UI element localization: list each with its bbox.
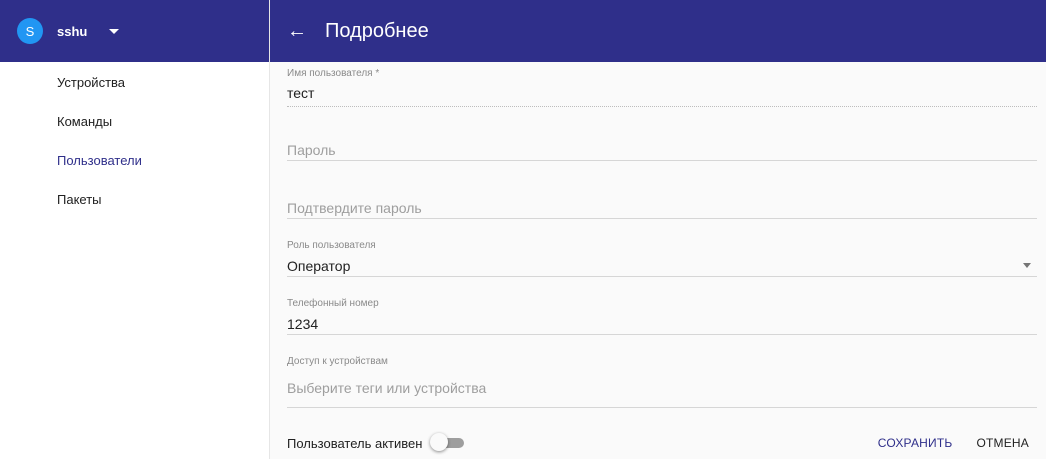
password-underline xyxy=(287,160,1037,161)
sidebar-item-devices[interactable]: Устройства xyxy=(0,63,269,102)
phone-input[interactable]: 1234 xyxy=(287,316,318,332)
sidebar-item-packages[interactable]: Пакеты xyxy=(0,180,269,219)
sidebar-nav: Устройства Команды Пользователи Пакеты xyxy=(0,63,269,219)
device-access-underline xyxy=(287,407,1037,408)
page-title: Подробнее xyxy=(325,19,429,42)
role-value[interactable]: Оператор xyxy=(287,258,350,274)
username-input[interactable]: тест xyxy=(287,85,314,101)
avatar[interactable]: S xyxy=(17,18,43,44)
phone-underline xyxy=(287,334,1037,335)
confirm-password-underline xyxy=(287,218,1037,219)
phone-label: Телефонный номер xyxy=(287,298,379,309)
app-bar: ← Подробнее xyxy=(270,0,1046,62)
phone-field[interactable]: Телефонный номер 1234 xyxy=(287,298,1037,335)
toggle-thumb[interactable] xyxy=(430,433,449,451)
device-access-field[interactable]: Доступ к устройствам Выберите теги или у… xyxy=(287,356,1037,408)
active-toggle-label: Пользователь активен xyxy=(287,435,423,451)
password-field[interactable]: Пароль xyxy=(287,140,1037,161)
sidebar-item-commands[interactable]: Команды xyxy=(0,102,269,141)
confirm-password-field[interactable]: Подтвердите пароль xyxy=(287,198,1037,219)
back-arrow-icon[interactable]: ← xyxy=(287,21,307,41)
caret-down-icon[interactable] xyxy=(109,28,120,34)
sidebar-item-users[interactable]: Пользователи xyxy=(0,141,269,180)
role-label: Роль пользователя xyxy=(287,240,376,251)
username-underline xyxy=(287,106,1037,107)
device-access-label: Доступ к устройствам xyxy=(287,356,388,367)
save-button[interactable]: СОХРАНИТЬ xyxy=(878,436,953,450)
cancel-button[interactable]: ОТМЕНА xyxy=(976,436,1029,450)
username-field[interactable]: Имя пользователя * тест xyxy=(287,68,1037,107)
form-footer: Пользователь активен СОХРАНИТЬ ОТМЕНА xyxy=(287,431,1029,455)
sidebar: S sshu Устройства Команды Пользователи П… xyxy=(0,0,270,459)
username-label: Имя пользователя * xyxy=(287,68,380,79)
dropdown-arrow-icon[interactable] xyxy=(1023,263,1031,268)
confirm-password-input[interactable]: Подтвердите пароль xyxy=(287,200,422,216)
role-select[interactable]: Роль пользователя Оператор xyxy=(287,240,1037,277)
username[interactable]: sshu xyxy=(57,24,87,39)
sidebar-header: S sshu xyxy=(0,0,269,62)
password-input[interactable]: Пароль xyxy=(287,142,336,158)
active-toggle[interactable] xyxy=(430,433,465,451)
device-access-input[interactable]: Выберите теги или устройства xyxy=(287,380,486,396)
role-underline xyxy=(287,276,1037,277)
